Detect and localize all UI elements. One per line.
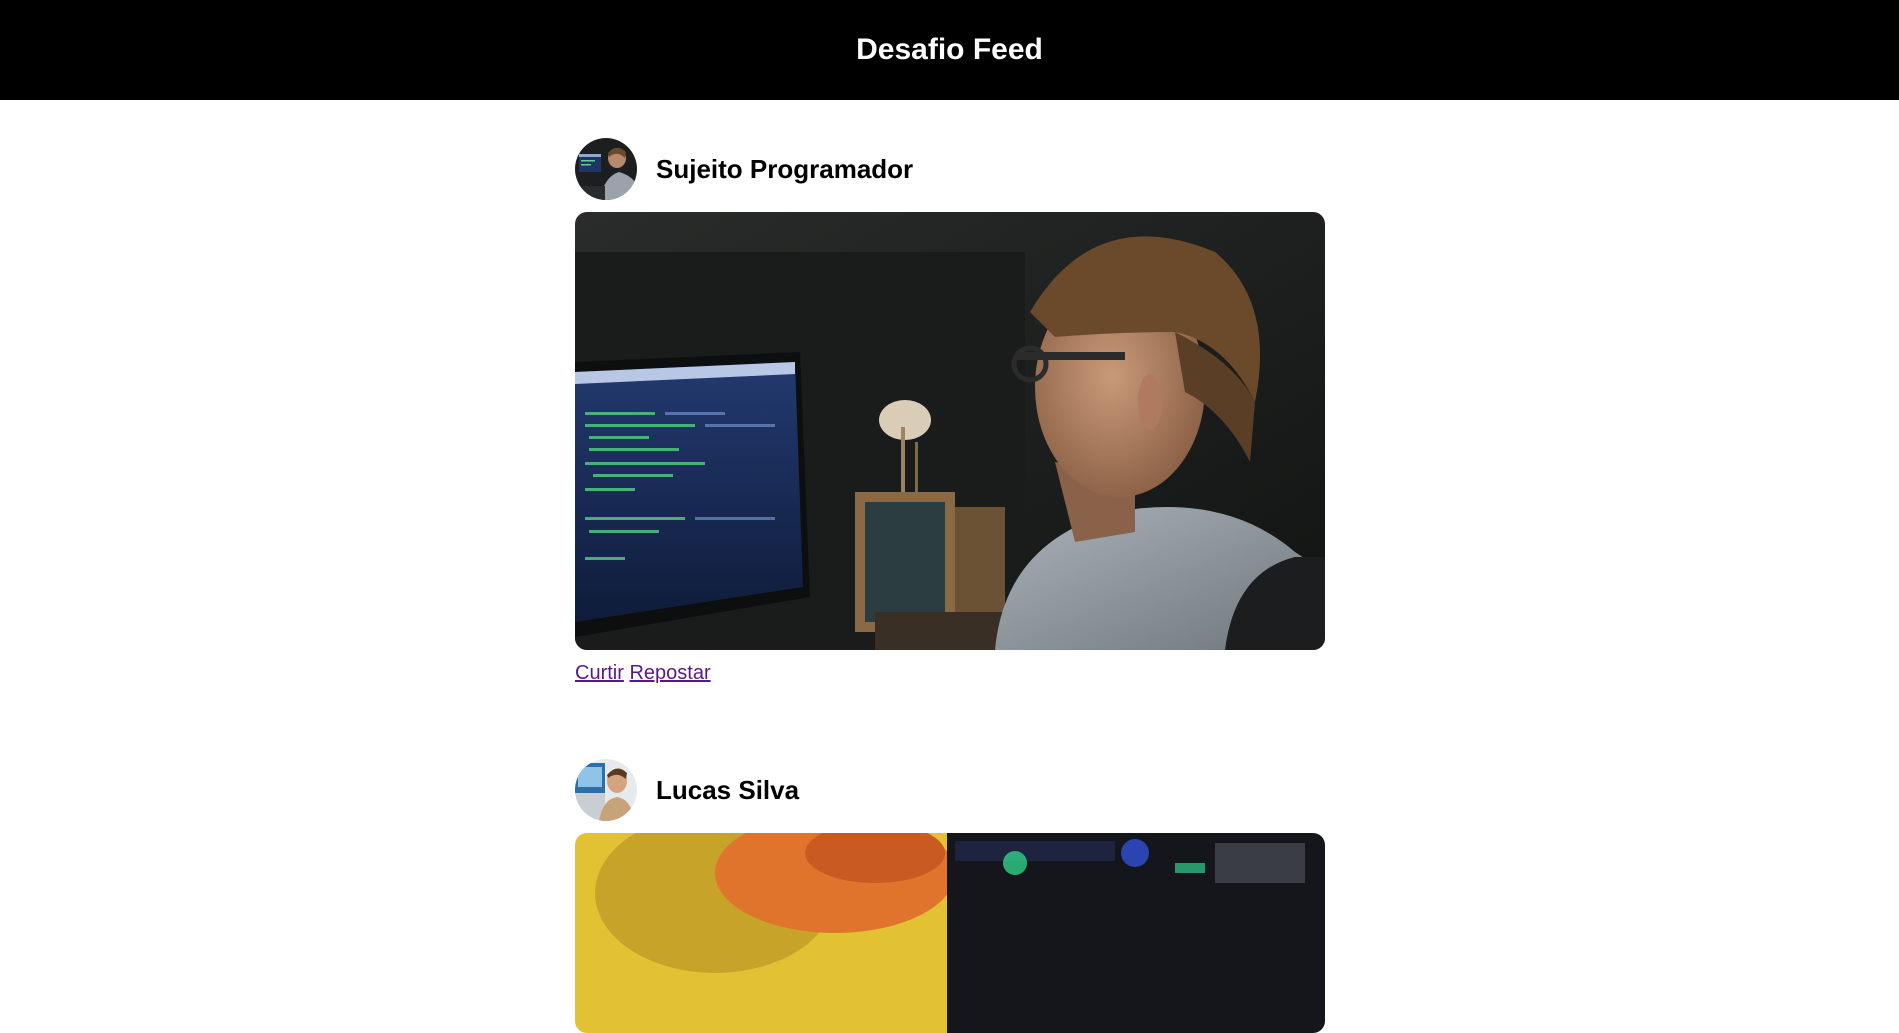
post-author-name[interactable]: Lucas Silva <box>656 775 799 806</box>
post-actions: Curtir Repostar <box>575 661 1325 685</box>
post-image <box>575 212 1325 650</box>
author-avatar[interactable] <box>575 138 637 200</box>
like-link[interactable]: Curtir <box>575 662 624 684</box>
repost-link[interactable]: Repostar <box>629 662 710 684</box>
author-avatar[interactable] <box>575 759 637 821</box>
page-title: Desafio Feed <box>856 33 1043 66</box>
post-image <box>575 833 1325 1033</box>
post-card: Lucas Silva <box>575 759 1325 1033</box>
post-card: Sujeito Programador Curtir Repostar <box>575 138 1325 685</box>
feed: Sujeito Programador Curtir Repostar Luca… <box>575 100 1325 1033</box>
app-header: Desafio Feed <box>0 0 1899 100</box>
post-header: Sujeito Programador <box>575 138 1325 200</box>
post-header: Lucas Silva <box>575 759 1325 821</box>
post-author-name[interactable]: Sujeito Programador <box>656 154 913 185</box>
